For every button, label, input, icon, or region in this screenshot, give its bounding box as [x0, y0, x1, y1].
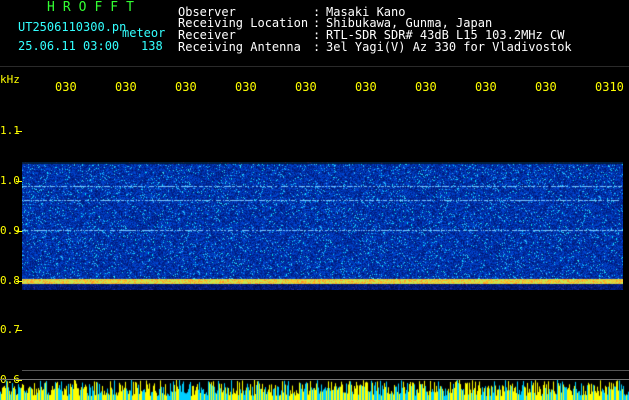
station-title: HROFFT	[47, 0, 142, 15]
time-tick-label: 030	[235, 80, 257, 94]
time-tick-label: 0310	[595, 80, 624, 94]
antenna-label: Receiving Antenna	[178, 40, 301, 54]
time-tick-label: 030	[175, 80, 197, 94]
file-name: UT2506110300.pn	[18, 20, 127, 34]
date-time: 25.06.11 03:00	[18, 39, 120, 53]
noise-strip	[0, 380, 629, 400]
meteor-count: 138	[141, 39, 163, 53]
frequency-tick-mark	[16, 330, 22, 331]
time-tick-label: 030	[475, 80, 497, 94]
antenna-value: 3el Yagi(V) Az 330 for Vladivostok	[326, 40, 572, 54]
meteor-tag: meteor	[122, 26, 166, 40]
frequency-tick-mark	[16, 131, 22, 132]
time-tick-label: 030	[115, 80, 137, 94]
time-tick-label: 030	[535, 80, 557, 94]
time-tick-label: 030	[415, 80, 437, 94]
spectrogram	[22, 162, 623, 290]
antenna-sep: :	[313, 40, 321, 54]
time-tick-label: 030	[355, 80, 377, 94]
header-divider	[0, 66, 629, 67]
time-tick-label: 030	[295, 80, 317, 94]
lower-guide-line	[22, 370, 629, 371]
y-unit-label: kHz	[0, 73, 20, 86]
time-tick-label: 030	[55, 80, 77, 94]
